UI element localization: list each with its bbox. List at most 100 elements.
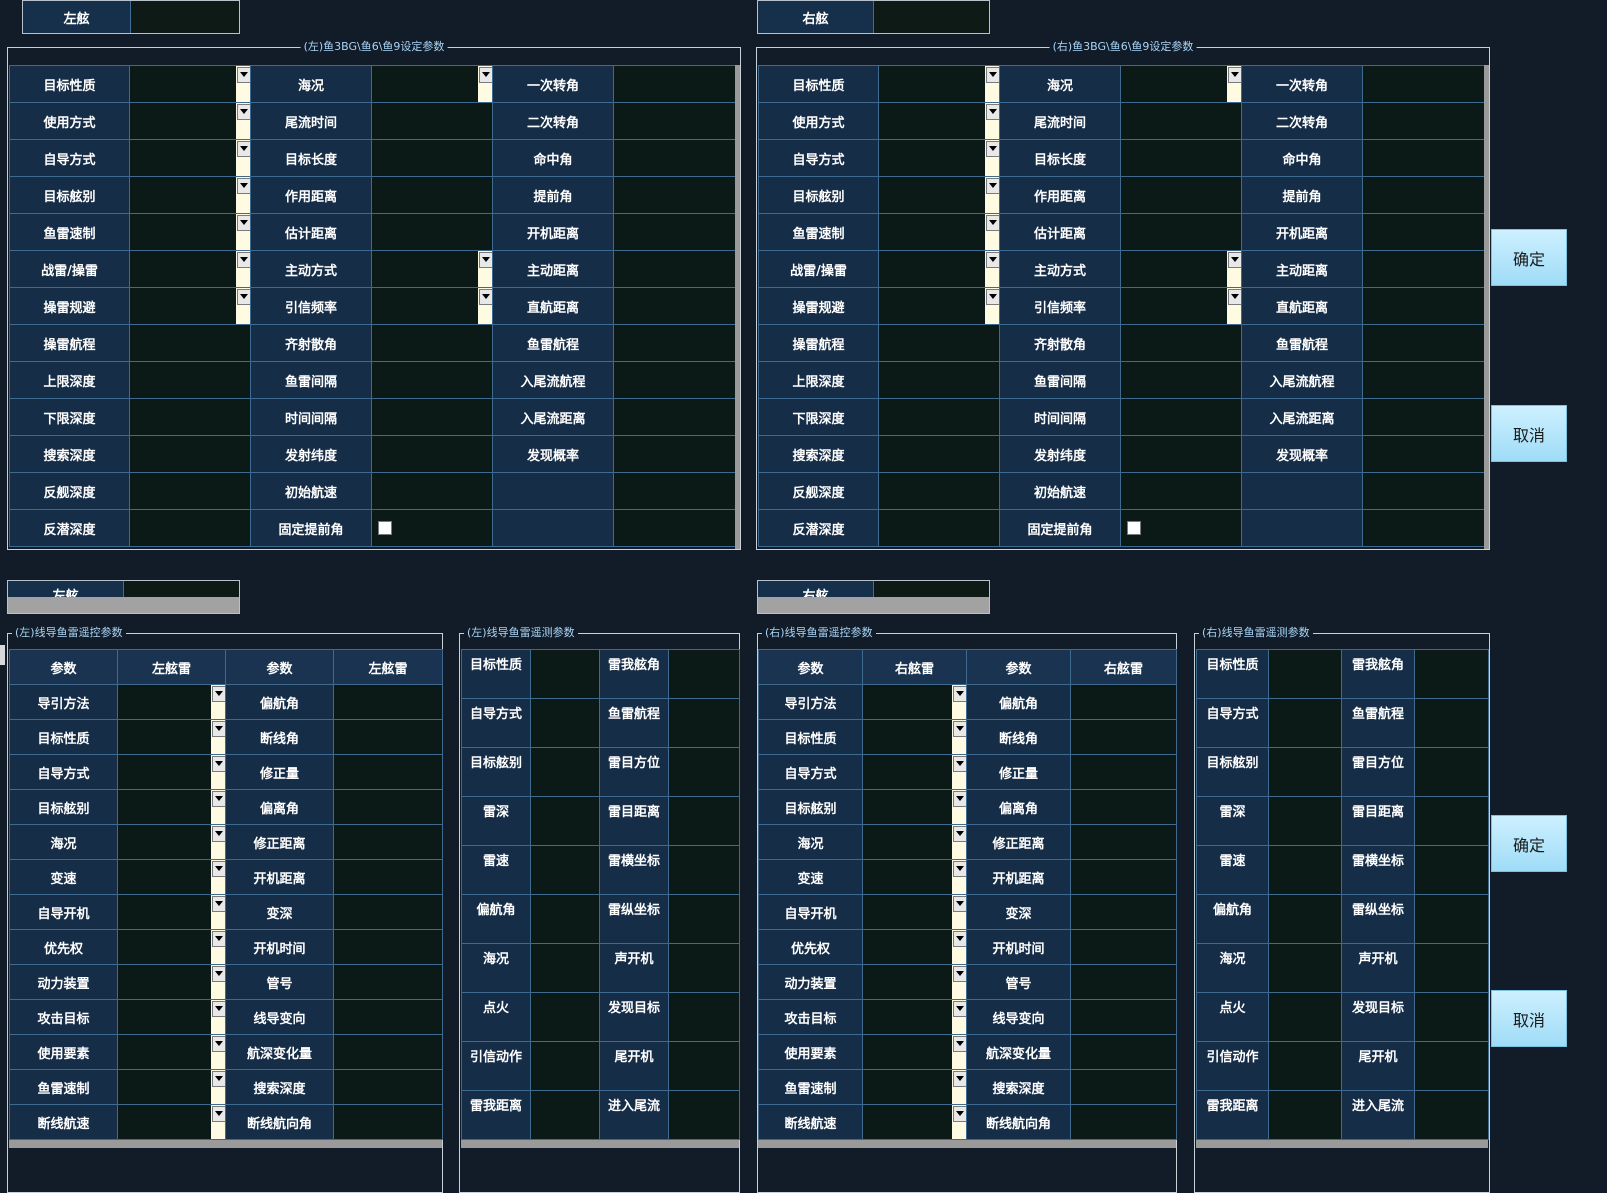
dropdown-arrow-icon[interactable] — [985, 103, 999, 139]
field-value[interactable] — [129, 102, 251, 140]
field-value[interactable] — [878, 287, 1000, 325]
field-value[interactable] — [1070, 1069, 1177, 1105]
field-value[interactable] — [862, 684, 967, 720]
field-value[interactable] — [129, 176, 251, 214]
dropdown-arrow-icon[interactable] — [236, 140, 250, 176]
field-value[interactable] — [371, 102, 493, 140]
field-value[interactable] — [1268, 796, 1342, 846]
dropdown-arrow-icon[interactable] — [211, 1000, 225, 1034]
field-value[interactable] — [1120, 65, 1242, 103]
field-value[interactable] — [333, 684, 443, 720]
field-value[interactable] — [1070, 1034, 1177, 1070]
field-value[interactable] — [1120, 472, 1242, 510]
field-value[interactable] — [129, 398, 251, 436]
dropdown-arrow-icon[interactable] — [211, 720, 225, 754]
field-value[interactable] — [862, 964, 967, 1000]
field-value[interactable] — [878, 435, 1000, 473]
left-remote-hscroll[interactable] — [9, 1140, 442, 1148]
field-value[interactable] — [129, 435, 251, 473]
field-value[interactable] — [613, 324, 736, 362]
dropdown-arrow-icon[interactable] — [952, 1070, 966, 1104]
field-value[interactable] — [371, 398, 493, 436]
field-value[interactable] — [668, 894, 740, 944]
field-value[interactable] — [117, 859, 226, 895]
field-value[interactable] — [530, 796, 600, 846]
field-value[interactable] — [862, 1034, 967, 1070]
field-value[interactable] — [1070, 754, 1177, 790]
field-value[interactable] — [333, 894, 443, 930]
field-value[interactable] — [333, 789, 443, 825]
field-value[interactable] — [613, 213, 736, 251]
dropdown-arrow-icon[interactable] — [478, 251, 492, 287]
field-value[interactable] — [862, 1069, 967, 1105]
field-value[interactable] — [1120, 324, 1242, 362]
dropdown-arrow-icon[interactable] — [478, 66, 492, 102]
dropdown-arrow-icon[interactable] — [952, 685, 966, 719]
dropdown-arrow-icon[interactable] — [952, 1105, 966, 1139]
field-value[interactable] — [117, 719, 226, 755]
field-value[interactable] — [1414, 747, 1489, 797]
field-value[interactable] — [1362, 472, 1485, 510]
field-value[interactable] — [117, 1104, 226, 1140]
dropdown-arrow-icon[interactable] — [236, 214, 250, 250]
dropdown-arrow-icon[interactable] — [952, 930, 966, 964]
field-value[interactable] — [530, 747, 600, 797]
field-value[interactable] — [1268, 1041, 1342, 1091]
field-value[interactable] — [1120, 435, 1242, 473]
field-value[interactable] — [1414, 943, 1489, 993]
dropdown-arrow-icon[interactable] — [952, 825, 966, 859]
field-value[interactable] — [333, 754, 443, 790]
field-value[interactable] — [530, 1090, 600, 1140]
field-value[interactable] — [668, 992, 740, 1042]
bottom-confirm-button[interactable]: 确定 — [1491, 815, 1567, 872]
field-value[interactable] — [668, 747, 740, 797]
dropdown-arrow-icon[interactable] — [985, 251, 999, 287]
field-value[interactable] — [117, 789, 226, 825]
right-side-value[interactable] — [874, 1, 989, 33]
field-value[interactable] — [1070, 684, 1177, 720]
field-value[interactable] — [333, 964, 443, 1000]
field-value[interactable] — [1268, 992, 1342, 1042]
dropdown-arrow-icon[interactable] — [1227, 66, 1241, 102]
field-value[interactable] — [333, 719, 443, 755]
field-value[interactable] — [1070, 999, 1177, 1035]
field-value[interactable] — [1414, 1090, 1489, 1140]
field-value[interactable] — [1414, 796, 1489, 846]
field-value[interactable] — [1070, 964, 1177, 1000]
field-value[interactable] — [117, 684, 226, 720]
field-value[interactable] — [668, 698, 740, 748]
field-value[interactable] — [1268, 698, 1342, 748]
dropdown-arrow-icon[interactable] — [985, 214, 999, 250]
field-value[interactable] — [668, 1090, 740, 1140]
field-value[interactable] — [333, 929, 443, 965]
field-value[interactable] — [1120, 139, 1242, 177]
field-value[interactable] — [1070, 1104, 1177, 1140]
dropdown-arrow-icon[interactable] — [211, 790, 225, 824]
checkbox[interactable] — [378, 521, 392, 535]
field-value[interactable] — [333, 999, 443, 1035]
bottom-right-side-scroll[interactable] — [758, 597, 989, 613]
field-value[interactable] — [1120, 250, 1242, 288]
field-value[interactable] — [1268, 943, 1342, 993]
field-value[interactable] — [1120, 176, 1242, 214]
field-value[interactable] — [1120, 361, 1242, 399]
field-value[interactable] — [1070, 894, 1177, 930]
field-value[interactable] — [862, 999, 967, 1035]
field-value[interactable] — [1414, 992, 1489, 1042]
field-value[interactable] — [613, 509, 736, 547]
field-value[interactable] — [862, 719, 967, 755]
dropdown-arrow-icon[interactable] — [211, 930, 225, 964]
field-value[interactable] — [878, 102, 1000, 140]
field-value[interactable] — [1268, 894, 1342, 944]
field-value[interactable] — [862, 859, 967, 895]
field-value[interactable] — [1268, 1090, 1342, 1140]
dropdown-arrow-icon[interactable] — [952, 860, 966, 894]
field-value[interactable] — [1362, 250, 1485, 288]
field-value[interactable] — [333, 1069, 443, 1105]
dropdown-arrow-icon[interactable] — [952, 1035, 966, 1069]
field-value[interactable] — [530, 845, 600, 895]
dropdown-arrow-icon[interactable] — [985, 140, 999, 176]
field-value[interactable] — [1362, 324, 1485, 362]
left-side-value[interactable] — [131, 1, 239, 33]
dropdown-arrow-icon[interactable] — [211, 1035, 225, 1069]
